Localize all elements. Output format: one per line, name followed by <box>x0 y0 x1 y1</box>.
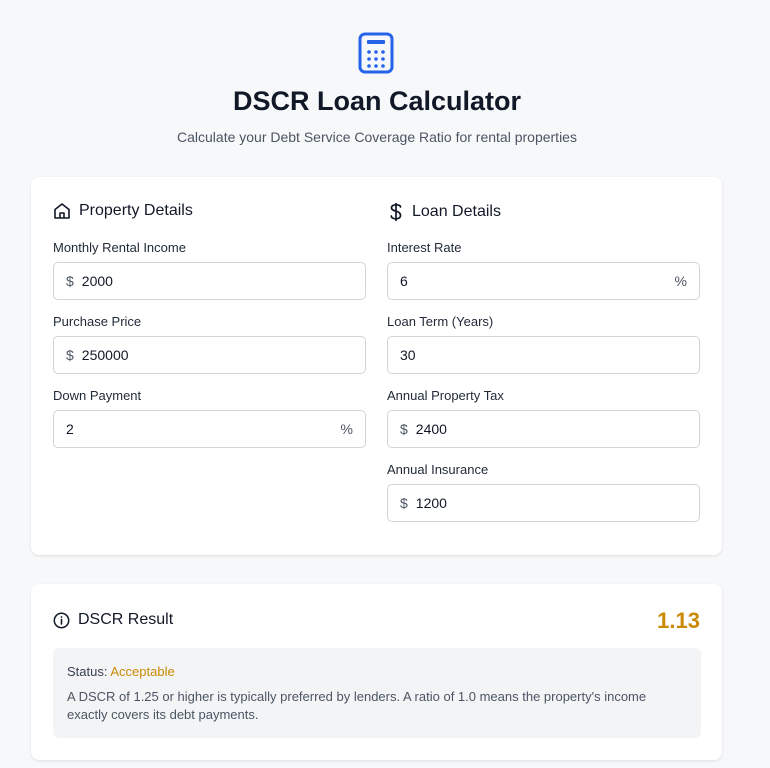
page-subtitle: Calculate your Debt Service Coverage Rat… <box>177 129 577 145</box>
percent-suffix: % <box>674 273 687 289</box>
status-badge: Acceptable <box>110 664 175 679</box>
loan-term-label: Loan Term (Years) <box>387 314 494 329</box>
loan-term-field: Loan Term (Years) <box>387 314 700 374</box>
rental-income-field: Monthly Rental Income $ <box>53 240 366 300</box>
property-tax-input[interactable] <box>415 421 687 437</box>
rental-income-input-box[interactable]: $ <box>53 262 366 300</box>
dscr-result-title: DSCR Result <box>78 611 174 628</box>
calculator-form-card: Property Details Loan Details Monthly Re… <box>31 177 722 555</box>
calculator-icon <box>358 32 394 74</box>
down-payment-input[interactable] <box>66 421 341 437</box>
purchase-price-field: Purchase Price $ <box>53 314 366 374</box>
insurance-field: Annual Insurance $ <box>387 462 700 522</box>
status-label: Status: <box>67 664 108 679</box>
rental-income-label: Monthly Rental Income <box>53 240 186 255</box>
purchase-price-input[interactable] <box>81 347 353 363</box>
loan-term-input-box[interactable] <box>387 336 700 374</box>
insurance-label: Annual Insurance <box>387 462 489 477</box>
status-line: Status: Acceptable <box>67 664 687 679</box>
down-payment-field: Down Payment % <box>53 388 366 448</box>
dollar-prefix: $ <box>66 273 74 289</box>
loan-details-title: Loan Details <box>412 203 501 220</box>
loan-details-heading: Loan Details <box>388 202 501 222</box>
insurance-input-box[interactable]: $ <box>387 484 700 522</box>
dscr-status-box: Status: Acceptable A DSCR of 1.25 or hig… <box>53 648 701 738</box>
dollar-prefix: $ <box>400 495 408 511</box>
dollar-icon <box>390 203 402 221</box>
home-icon <box>54 203 70 219</box>
dscr-description: A DSCR of 1.25 or higher is typically pr… <box>67 689 647 722</box>
dollar-prefix: $ <box>400 421 408 437</box>
purchase-price-label: Purchase Price <box>53 314 142 329</box>
property-tax-label: Annual Property Tax <box>387 388 504 403</box>
loan-term-input[interactable] <box>400 347 687 363</box>
down-payment-label: Down Payment <box>53 388 142 403</box>
property-details-heading: Property Details <box>53 202 193 220</box>
property-tax-field: Annual Property Tax $ <box>387 388 700 448</box>
dscr-result-heading: DSCR Result <box>53 611 173 629</box>
dscr-result-card: DSCR Result 1.13 Status: Acceptable A DS… <box>31 584 722 760</box>
down-payment-input-box[interactable]: % <box>53 410 366 448</box>
percent-suffix: % <box>340 421 353 437</box>
interest-rate-label: Interest Rate <box>387 240 462 255</box>
interest-rate-input-box[interactable]: % <box>387 262 700 300</box>
insurance-input[interactable] <box>415 495 687 511</box>
purchase-price-input-box[interactable]: $ <box>53 336 366 374</box>
property-details-title: Property Details <box>79 202 193 219</box>
interest-rate-input[interactable] <box>400 273 675 289</box>
info-icon <box>53 612 70 628</box>
interest-rate-field: Interest Rate % <box>387 240 700 300</box>
rental-income-input[interactable] <box>81 273 353 289</box>
dscr-value: 1.13 <box>657 608 700 633</box>
dollar-prefix: $ <box>66 347 74 363</box>
property-tax-input-box[interactable]: $ <box>387 410 700 448</box>
page-title: DSCR Loan Calculator <box>232 86 522 116</box>
